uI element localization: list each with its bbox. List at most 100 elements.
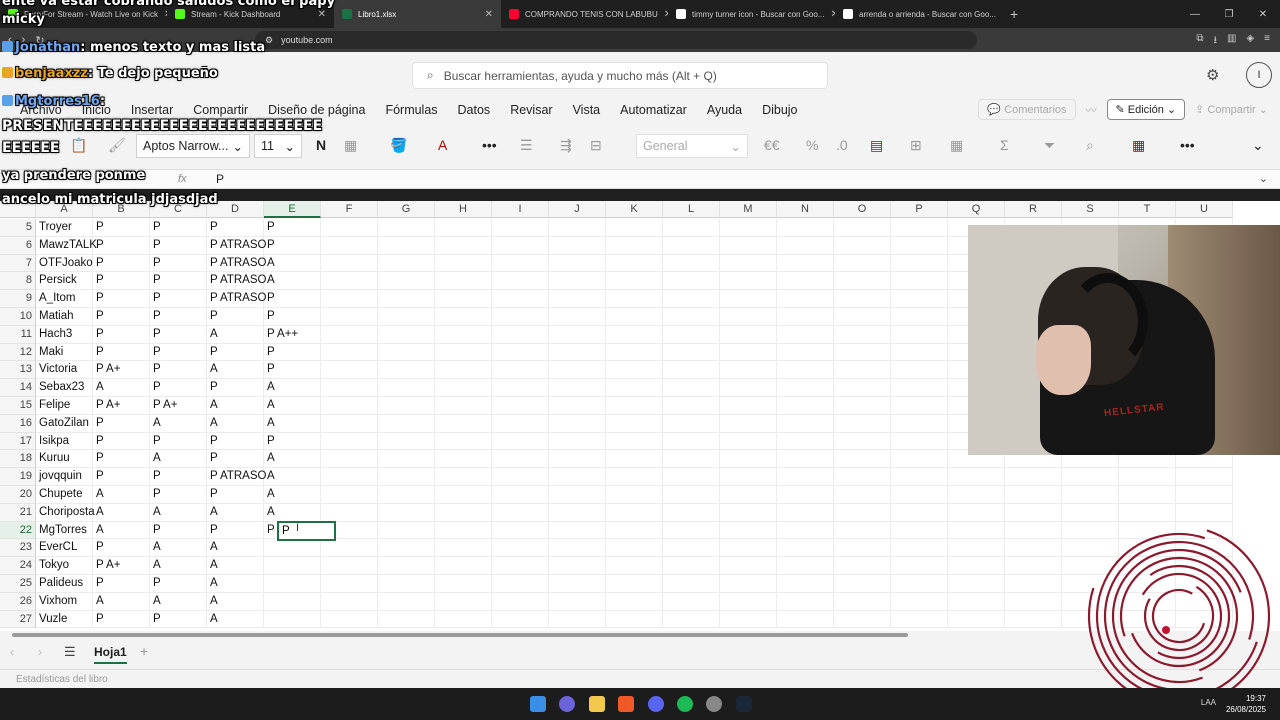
restore-icon[interactable]: ❐ [1212, 0, 1246, 28]
grid-cell[interactable] [378, 290, 435, 308]
row-header[interactable]: 25 [0, 575, 36, 593]
grid-cell[interactable] [606, 290, 663, 308]
discord-icon[interactable] [648, 696, 664, 712]
grid-cell[interactable] [720, 468, 777, 486]
grid-cell[interactable]: P [264, 361, 321, 380]
grid-cell[interactable] [891, 272, 948, 291]
grid-cell[interactable]: P [93, 236, 150, 255]
grid-cell[interactable] [1005, 610, 1062, 629]
ribbon-tab-item[interactable]: Datos [458, 103, 491, 117]
sum-icon[interactable]: Σ [1000, 137, 1009, 153]
fill-color-icon[interactable]: 🪣 [390, 137, 407, 154]
sort-filter-icon[interactable]: ⏷ [1044, 137, 1055, 154]
insert-icon[interactable]: ⊞ [910, 137, 922, 154]
grid-cell[interactable]: MawzTALK [36, 236, 97, 255]
row-header[interactable]: 23 [0, 539, 36, 558]
format-painter-icon[interactable]: 🖌 [108, 137, 126, 154]
next-sheet-icon[interactable]: › [38, 645, 42, 659]
grid-cell[interactable] [549, 521, 606, 540]
grid-cell[interactable] [777, 379, 834, 397]
grid-cell[interactable] [1176, 468, 1233, 486]
column-header[interactable]: K [606, 201, 663, 218]
grid-cell[interactable]: GatoZilan [36, 414, 93, 433]
new-tab-icon[interactable]: + [1002, 6, 1026, 22]
grid-cell[interactable]: OTFJoako [36, 254, 93, 273]
grid-cell[interactable] [321, 557, 378, 575]
grid-cell[interactable] [321, 254, 378, 273]
browser-tab[interactable]: COMPRANDO TENIS CON LABUBU ✕ [501, 0, 668, 28]
grid-cell[interactable] [720, 557, 777, 575]
grid-cell[interactable] [606, 557, 663, 575]
wallet-icon[interactable]: ◈ [1246, 33, 1254, 50]
grid-cell[interactable]: P ATRASO [207, 468, 266, 486]
grid-cell[interactable] [492, 521, 549, 540]
grid-cell[interactable] [834, 361, 891, 380]
grid-cell[interactable]: P [150, 610, 207, 629]
grid-cell[interactable] [663, 308, 720, 326]
grid-cell[interactable]: P [150, 236, 207, 255]
grid-cell[interactable] [834, 503, 891, 522]
grid-cell[interactable] [663, 343, 720, 362]
grid-cell[interactable] [549, 397, 606, 415]
grid-cell[interactable] [1005, 503, 1062, 522]
avatar[interactable]: I [1246, 62, 1272, 88]
more-icon[interactable]: ••• [482, 137, 497, 153]
column-header[interactable]: N [777, 201, 834, 218]
grid-cell[interactable] [378, 503, 435, 522]
grid-cell[interactable]: P [264, 219, 321, 237]
grid-cell[interactable]: A [93, 503, 150, 522]
row-header[interactable]: 19 [0, 468, 36, 486]
grid-cell[interactable] [1005, 575, 1062, 593]
grid-cell[interactable] [777, 539, 834, 558]
reload-icon[interactable]: ↻ [35, 34, 44, 47]
grid-cell[interactable] [549, 343, 606, 362]
grid-cell[interactable] [549, 610, 606, 629]
grid-cell[interactable] [606, 361, 663, 380]
grid-cell[interactable]: P [93, 575, 150, 593]
grid-cell[interactable] [720, 521, 777, 540]
grid-cell[interactable]: P [150, 521, 207, 540]
grid-cell[interactable] [321, 414, 378, 433]
grid-cell[interactable]: P [93, 325, 150, 344]
grid-cell[interactable] [492, 236, 549, 255]
grid-cell[interactable] [435, 308, 492, 326]
grid-cell[interactable] [834, 592, 891, 611]
grid-cell[interactable]: Sebax23 [36, 379, 93, 397]
grid-cell[interactable] [834, 290, 891, 308]
grid-cell[interactable] [549, 219, 606, 237]
grid-cell[interactable]: A [150, 592, 207, 611]
row-header[interactable]: 10 [0, 308, 36, 326]
grid-cell[interactable]: P [150, 361, 207, 380]
row-header[interactable]: 18 [0, 450, 36, 469]
grid-cell[interactable] [777, 272, 834, 291]
grid-cell[interactable]: P [150, 343, 207, 362]
row-header[interactable]: 12 [0, 343, 36, 362]
paste-icon[interactable]: 📋 [70, 137, 87, 154]
grid-cell[interactable] [1005, 539, 1062, 558]
grid-cell[interactable] [663, 272, 720, 291]
grid-cell[interactable] [834, 610, 891, 629]
grid-cell[interactable] [834, 450, 891, 469]
grid-cell[interactable] [834, 397, 891, 415]
grid-cell[interactable] [777, 432, 834, 451]
grid-cell[interactable] [663, 397, 720, 415]
grid-cell[interactable] [435, 379, 492, 397]
grid-cell[interactable] [378, 450, 435, 469]
grid-cell[interactable] [435, 468, 492, 486]
grid-cell[interactable] [606, 539, 663, 558]
grid-cell[interactable] [777, 308, 834, 326]
share-button[interactable]: ⇪ Compartir ⌄ [1195, 103, 1268, 116]
merge-icon[interactable]: ⊟ [590, 137, 602, 154]
grid-cell[interactable] [492, 361, 549, 380]
browser-tab[interactable]: Libro1.xlsx ✕ [334, 0, 501, 28]
grid-cell[interactable] [378, 254, 435, 273]
grid-cell[interactable]: P [150, 219, 207, 237]
close-window-icon[interactable]: ✕ [1246, 0, 1280, 28]
grid-cell[interactable] [492, 432, 549, 451]
grid-cell[interactable] [720, 254, 777, 273]
grid-cell[interactable] [435, 432, 492, 451]
grid-cell[interactable] [321, 486, 378, 504]
column-header[interactable]: R [1005, 201, 1062, 218]
grid-cell[interactable] [948, 592, 1005, 611]
grid-cell[interactable] [321, 575, 378, 593]
